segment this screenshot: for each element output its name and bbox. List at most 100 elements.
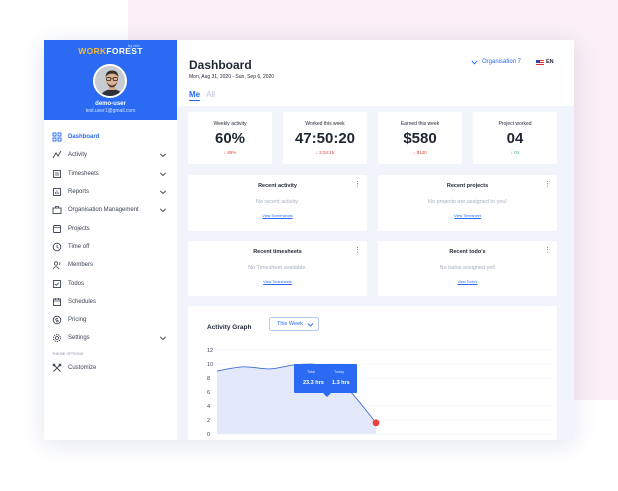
view-timesheets-link[interactable]: View Timesheets [188, 280, 367, 284]
language-select[interactable]: EN [546, 59, 554, 65]
stat-card-project-worked: Project worked 04 ↑ 01 [473, 112, 557, 164]
range-select[interactable]: This Week [269, 317, 319, 331]
tab-all[interactable]: All [206, 90, 215, 101]
tooltip-total-label: Total [307, 370, 316, 374]
tab-me[interactable]: Me [189, 90, 201, 101]
y-tick-label: 8 [207, 376, 210, 382]
sidebar-item-label: Activity [68, 152, 88, 159]
calendar-icon [52, 297, 62, 307]
widget-recent-activity: Recent activity ⋮ No recent activity. Vi… [188, 175, 367, 231]
stat-card-earned-week: Earned this week $580 ↓ $120 [378, 112, 462, 164]
members-icon [52, 260, 62, 270]
stat-card-worked-week: Worked this week 47:50:20 ↓ 2:34:15 [283, 112, 367, 164]
chevron-down-icon [307, 323, 314, 327]
widget-empty-message: No recent activity. [255, 199, 300, 205]
view-timesheet-link[interactable]: View Timesheet [378, 214, 557, 218]
sidebar-item-timesheets[interactable]: Timesheets [44, 165, 177, 183]
chevron-down-icon [159, 336, 167, 341]
view-todos-link[interactable]: View Todo's [378, 280, 557, 284]
us-flag-icon[interactable] [536, 60, 544, 65]
gear-icon [52, 333, 62, 343]
chart-tooltip: Total Today 23.3 hrs 1.3 hrs [294, 364, 357, 397]
customize-icon [52, 363, 62, 373]
y-tick-label: 12 [207, 348, 213, 354]
pricing-icon [52, 315, 62, 325]
activity-icon [52, 150, 62, 160]
stat-card-weekly-activity: Weekly activity 60% ↓ 85% [188, 112, 272, 164]
page-header: Dashboard Mon, Aug 31, 2020 - Sun, Sep 6… [177, 40, 574, 106]
widget-recent-projects: Recent projects ⋮ No projects are assign… [378, 175, 557, 231]
sidebar-item-settings[interactable]: Settings [44, 329, 177, 347]
stat-delta: ↓ 2:34:15 [315, 150, 335, 155]
sidebar-item-label: Todos [68, 280, 85, 287]
sidebar-item-activity[interactable]: Activity [44, 146, 177, 164]
view-tabs: Me All [189, 90, 221, 101]
stat-value: $580 [403, 130, 437, 147]
sidebar-nav: Dashboard Activity Timesheets Reports Organi… [44, 128, 177, 377]
y-tick-label: 4 [207, 404, 210, 410]
chevron-down-icon [159, 208, 167, 213]
sidebar-item-members[interactable]: Members [44, 256, 177, 274]
user-email: test.user1@gmail.com [85, 108, 136, 114]
brand-logo[interactable]: WORKFOREST [44, 46, 177, 56]
brand-tagline: by rich [128, 43, 140, 48]
sidebar-item-pricing[interactable]: Pricing [44, 311, 177, 329]
organisation-select[interactable]: Organisation 7 [471, 59, 521, 65]
user-name: demo-user [95, 101, 126, 107]
sidebar-item-label: Schedules [68, 298, 97, 305]
graph-title: Activity Graph [207, 324, 252, 331]
y-tick-label: 6 [207, 390, 210, 396]
widget-title: Recent projects [446, 183, 489, 189]
sidebar-profile-header: WORKFOREST by rich demo-user test.user1@… [44, 40, 177, 120]
tooltip-today-label: Today [334, 370, 345, 374]
stat-delta: ↑ 01 [510, 150, 520, 155]
stat-label: Worked this week [305, 121, 345, 127]
view-screenshots-link[interactable]: View Screenshots [188, 214, 367, 218]
app-window: WORKFOREST by rich demo-user test.user1@… [44, 40, 574, 440]
widget-title: Recent activity [258, 183, 297, 189]
stat-label: Weekly activity [213, 121, 247, 127]
widget-title: Recent timesheets [253, 249, 302, 255]
activity-chart: 12 10 8 6 4 2 0 [207, 348, 558, 438]
y-tick-label: 10 [207, 362, 213, 368]
sidebar-item-label: Organisation Management [68, 207, 139, 214]
sidebar-item-label: Members [68, 262, 94, 269]
sidebar-item-label: Customize [68, 364, 97, 371]
highlighted-data-point[interactable] [372, 419, 380, 427]
stat-value: 60% [214, 130, 246, 147]
avatar[interactable] [93, 64, 127, 98]
sidebar-item-label: Time off [68, 243, 90, 250]
chevron-down-icon [159, 153, 167, 158]
sidebar-item-projects[interactable]: Projects [44, 219, 177, 237]
briefcase-icon [52, 205, 62, 215]
y-tick-label: 2 [207, 418, 210, 424]
sidebar-item-customize[interactable]: Customize [44, 359, 177, 377]
widget-recent-todos: Recent todo’s ⋮ No todos assigned yet! V… [378, 241, 557, 296]
more-options-icon[interactable]: ⋮ [354, 247, 361, 254]
sidebar-item-dashboard[interactable]: Dashboard [44, 128, 177, 146]
sidebar-item-label: Pricing [68, 317, 87, 324]
sidebar-item-label: Dashboard [68, 134, 100, 141]
dashboard-icon [52, 132, 62, 142]
sidebar-item-organisation-management[interactable]: Organisation Management [44, 201, 177, 219]
sidebar-item-reports[interactable]: Reports [44, 183, 177, 201]
projects-icon [52, 224, 62, 234]
tooltip-total-value: 23.3 hrs [303, 380, 324, 386]
stat-delta: ↓ $120 [413, 150, 427, 155]
sidebar-item-schedules[interactable]: Schedules [44, 293, 177, 311]
chevron-down-icon [159, 172, 167, 176]
timesheet-icon [52, 169, 62, 179]
organisation-label: Organisation 7 [482, 59, 522, 65]
sidebar-item-todos[interactable]: Todos [44, 274, 177, 292]
sidebar-item-time-off[interactable]: Time off [44, 238, 177, 256]
clock-icon [52, 242, 62, 252]
date-range: Mon, Aug 31, 2020 - Sun, Sep 6, 2020 [189, 74, 275, 80]
more-options-icon[interactable]: ⋮ [354, 181, 361, 188]
widget-title: Recent todo’s [449, 249, 486, 255]
more-options-icon[interactable]: ⋮ [544, 181, 551, 188]
more-options-icon[interactable]: ⋮ [544, 247, 551, 254]
todos-icon [52, 279, 62, 289]
widget-recent-timesheets: Recent timesheets ⋮ No Timesheet availab… [188, 241, 367, 296]
stat-label: Project worked [498, 121, 532, 127]
widget-empty-message: No projects are assigned to you! [428, 199, 507, 205]
